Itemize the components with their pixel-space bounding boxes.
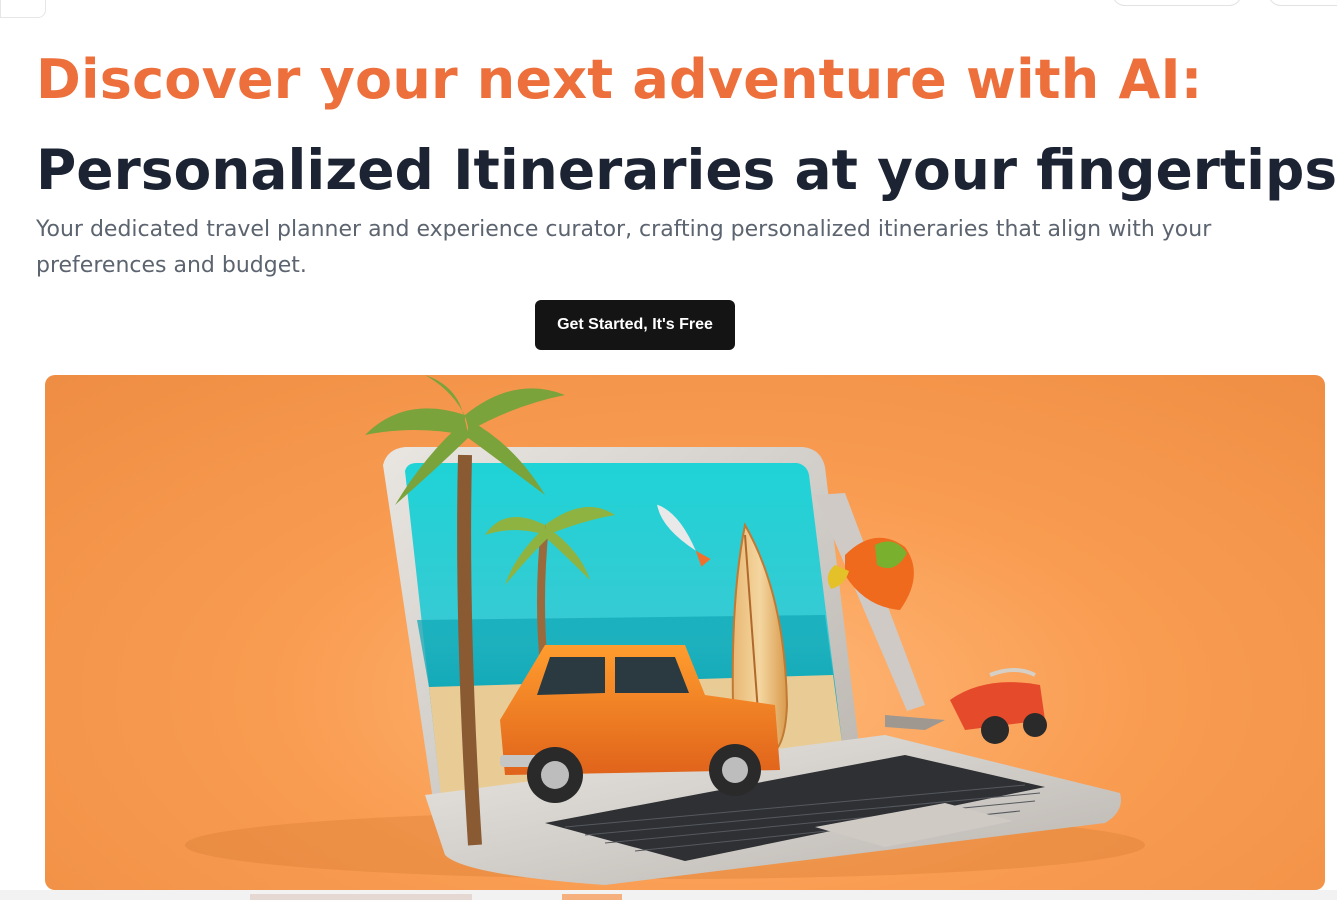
laptop-beach-illustration: [185, 375, 1145, 885]
bottom-strip-segment-accent: [562, 894, 622, 900]
bottom-strip-segment: [250, 894, 472, 900]
hero-subtitle: Your dedicated travel planner and experi…: [36, 217, 1212, 278]
nav-logo-area[interactable]: [0, 0, 46, 18]
get-started-button[interactable]: Get Started, It's Free: [535, 300, 735, 350]
hero-headline-accent: Discover your next adventure with AI:: [36, 48, 1203, 111]
nav-button-secondary[interactable]: [1268, 0, 1337, 6]
bottom-scroll-strip: [0, 890, 1337, 900]
nav-button[interactable]: [1112, 0, 1242, 6]
hero-image: [45, 375, 1325, 890]
hero-headline: Personalized Itineraries at your fingert…: [36, 138, 1337, 202]
landing-page: Discover your next adventure with AI: Pe…: [0, 0, 1337, 900]
